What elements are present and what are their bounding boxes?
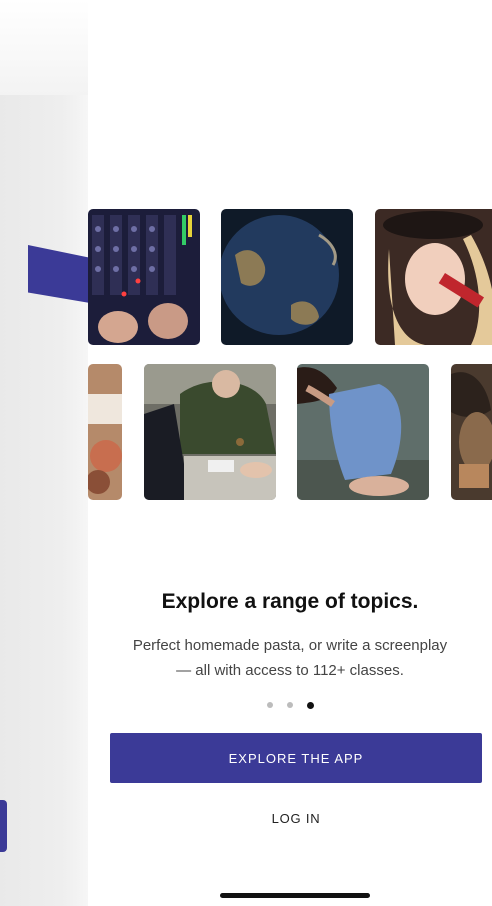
explore-the-app-button[interactable]: EXPLORE THE APP — [110, 733, 482, 783]
pagination-dot-active[interactable] — [306, 702, 314, 709]
partial-photo — [451, 364, 492, 500]
onboarding-card: Explore a range of topics. Perfect homem… — [88, 0, 492, 906]
chess-players-photo — [144, 364, 276, 500]
dancer-photo — [297, 364, 429, 500]
pagination-dot[interactable] — [286, 702, 293, 708]
gallery-row-2 — [88, 364, 492, 500]
log-in-button[interactable]: LOG IN — [218, 805, 374, 831]
subtitle-line-2: — all with access to 112+ classes. — [176, 662, 404, 679]
home-indicator — [220, 893, 370, 898]
globe-photo — [221, 209, 353, 345]
singer-microphone-photo — [375, 209, 492, 345]
background-accent-button-edge — [0, 800, 7, 852]
gallery-row-1 — [88, 209, 492, 345]
music-mixing-console-photo — [88, 209, 200, 345]
background-side-panel-top — [0, 0, 88, 95]
pagination-dots — [88, 702, 492, 709]
background-side-panel — [0, 0, 88, 906]
onboarding-headline: Explore a range of topics. — [161, 590, 419, 613]
cooking-photo — [88, 364, 122, 500]
pagination-dot[interactable] — [266, 702, 273, 708]
subtitle-line-1: Perfect homemade pasta, or write a scree… — [132, 637, 448, 654]
onboarding-subtitle: Perfect homemade pasta, or write a scree… — [108, 633, 472, 683]
